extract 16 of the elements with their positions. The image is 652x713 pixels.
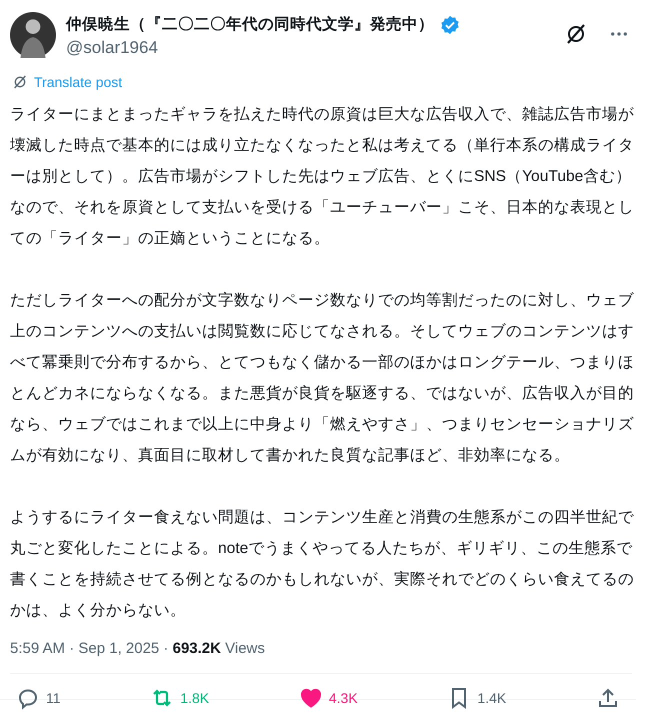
action-count: 1.8K: [180, 690, 210, 706]
post-paragraph: ただしライターへの配分が文字数なりページ数なりでの均等割だったのに対し、ウェブ上のコンテンツへの支払いは閲覧数に応じてなされる。そしてウェブのコンテンツはすべて冪乗則で分布するから、とてつもなく儲かる一部のほかはロングテール、つまりほとんどカネにならなくなる。また悪貨が良貨を駆逐する、ではないが、広告収入が目的なら、ウェブではこれまで以上に中身より「燃えやすさ」、つまりセンセーショナリズムが有効になり、真面目に取材して書かれた良質な記事ほど、非効率になる。: [10, 290, 635, 466]
slashed-circle-icon[interactable]: [564, 22, 588, 46]
heart-icon[interactable]: [298, 686, 323, 710]
view-count: 693.2K Views: [172, 640, 265, 657]
avatar[interactable]: [10, 12, 56, 58]
action-count: 4.3K: [328, 690, 358, 706]
post-paragraph: ライターにまとまったギャラを払えた時代の原資は巨大な広告収入で、雑誌広告市場が壊滅した時点で基本的には成り立たなくなったと私は考えてる（単行本系の構成ライターは別として）。広告市場がシフトした先はウェブ広告、とくにSNS（YouTube含む）なので、それを原資として支払いを受ける「ユーチューバー」こそ、日本的な表現としての「ライター」の正嫡ということになる。: [10, 105, 635, 249]
action-count: 1.4K: [477, 690, 506, 706]
post-timestamp[interactable]: 5:59 AM · Sep 1, 2025 ·: [10, 640, 173, 657]
author-handle[interactable]: @solar1964: [66, 38, 554, 58]
more-icon[interactable]: [610, 31, 628, 37]
slashed-circle-icon: [12, 74, 28, 90]
action-count: 11: [46, 690, 61, 706]
post-paragraph: ようするにライター食えない問題は、コンテンツ生産と消費の生態系がこの四半世紀で丸ごと変化したことによる。noteでうまくやってる人たちが、ギリギリ、この生態系で書くことを持続させてる例となるのかもしれないが、実際それでどのくらい食えてるのかは、よく分からない。: [10, 508, 635, 621]
author-name[interactable]: 仲俣暁生（『二〇二〇年代の同時代文学』発売中）: [66, 14, 434, 35]
